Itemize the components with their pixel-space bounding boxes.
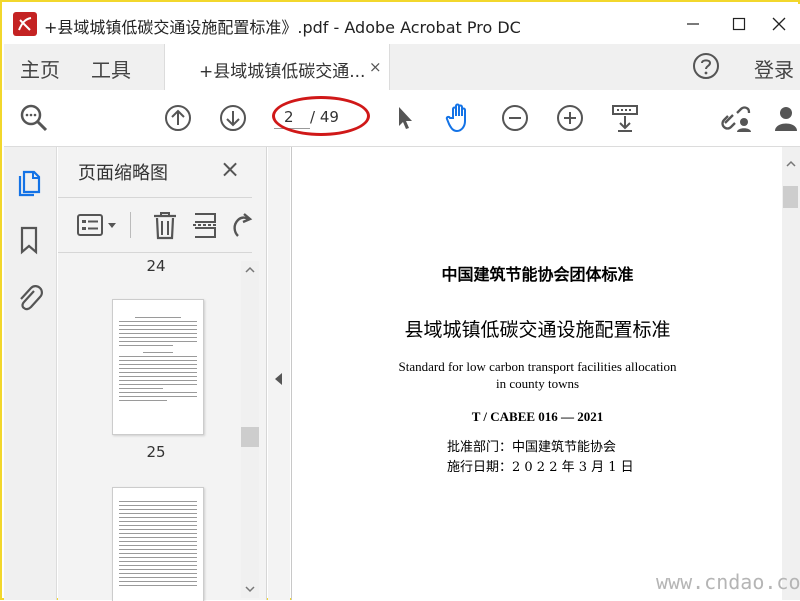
document-scroll-thumb[interactable]: [783, 186, 798, 208]
app-logo-icon: [12, 11, 38, 37]
thumbnail-panel: 页面缩略图 × 24 25: [58, 147, 267, 601]
toolbar-divider: [130, 212, 131, 238]
tabs-bar: 主页 工具 +县域城镇低碳交通... × 登录: [4, 44, 800, 91]
zoom-out-icon[interactable]: [497, 100, 533, 136]
user-icon[interactable]: [770, 100, 800, 136]
app-window: +县域城镇低碳交通设施配置标准》.pdf - Adobe Acrobat Pro…: [0, 0, 800, 601]
panel-toolbar: [58, 197, 253, 253]
document-tab[interactable]: +县域城镇低碳交通... ×: [164, 44, 390, 90]
select-cursor-icon[interactable]: [387, 100, 423, 136]
thumbnail-page-26[interactable]: [112, 487, 204, 601]
watermark: www.cndao.com: [656, 570, 800, 594]
scroll-mode-icon[interactable]: [607, 100, 643, 136]
title-bar: +县域城镇低碳交通设施配置标准》.pdf - Adobe Acrobat Pro…: [4, 4, 800, 44]
next-page-icon[interactable]: [215, 100, 251, 136]
share-link-icon[interactable]: [718, 100, 754, 136]
thumbnail-options-icon[interactable]: [76, 210, 120, 240]
collapse-arrow-icon: [275, 373, 282, 385]
hand-tool-icon[interactable]: [442, 100, 478, 136]
doc-standard-code: T / CABEE 016 — 2021: [471, 409, 604, 424]
document-tab-label: +县域城镇低碳交通...: [199, 62, 366, 82]
close-panel-button[interactable]: ×: [220, 155, 240, 183]
collapse-panel-handle[interactable]: [268, 147, 290, 600]
doc-english-title-line2: in county towns: [495, 376, 580, 391]
minimize-button[interactable]: [670, 8, 716, 40]
thumbnail-page-label: 24: [146, 257, 166, 275]
help-icon[interactable]: [692, 52, 720, 80]
login-link[interactable]: 登录: [754, 54, 794, 83]
document-page: 中国建筑节能协会团体标准 县域城镇低碳交通设施配置标准 Standard for…: [291, 147, 783, 600]
previous-page-icon[interactable]: [160, 100, 196, 136]
thumbnail-page-label: 25: [146, 443, 166, 461]
rotate-page-icon[interactable]: [228, 210, 258, 240]
doc-main-title: 县域城镇低碳交通设施配置标准: [404, 319, 671, 341]
thumbnail-scroll-thumb[interactable]: [241, 427, 259, 447]
find-text-icon[interactable]: [16, 100, 52, 136]
page-thumbnails-icon[interactable]: [14, 167, 44, 197]
document-scrollbar[interactable]: [782, 147, 800, 600]
doc-approver: 批准部门：中国建筑节能协会: [447, 440, 617, 455]
doc-english-title-line1: Standard for low carbon transport facili…: [398, 359, 677, 374]
window-title: +县域城镇低碳交通设施配置标准》.pdf - Adobe Acrobat Pro…: [44, 18, 521, 37]
panel-title: 页面缩略图: [78, 163, 168, 184]
close-window-button[interactable]: [756, 8, 800, 40]
main-toolbar: 2 / 49: [4, 90, 800, 147]
delete-page-icon[interactable]: [150, 210, 180, 240]
doc-org-title: 中国建筑节能协会团体标准: [441, 265, 634, 284]
highlight-ellipse: [272, 96, 370, 136]
tab-home[interactable]: 主页: [20, 54, 60, 83]
bookmark-icon[interactable]: [14, 225, 44, 255]
thumbnail-page-25[interactable]: [112, 299, 204, 435]
zoom-in-icon[interactable]: [552, 100, 588, 136]
close-tab-button[interactable]: ×: [369, 58, 382, 76]
doc-effective-date: 施行日期：2 0 2 2 年 3 月 1 日: [447, 460, 634, 475]
tab-tools[interactable]: 工具: [91, 54, 131, 83]
attachment-icon[interactable]: [14, 282, 44, 312]
extract-page-icon[interactable]: [190, 210, 220, 240]
left-rail: [4, 147, 57, 600]
